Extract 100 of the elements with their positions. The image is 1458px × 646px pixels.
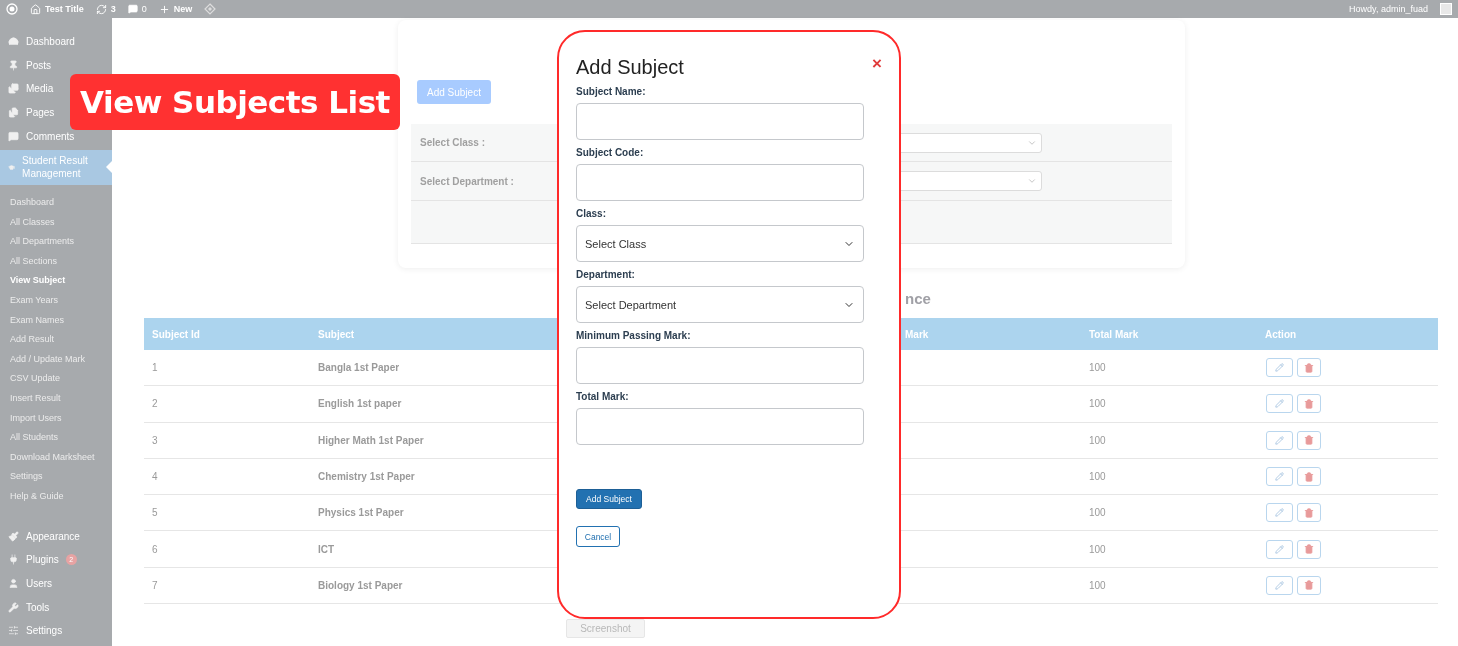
edit-button[interactable] xyxy=(1266,575,1293,595)
updates-icon xyxy=(95,3,107,15)
diamond-icon[interactable] xyxy=(204,3,217,15)
pencil-icon xyxy=(1275,399,1284,409)
submenu-item[interactable]: All Students xyxy=(0,428,112,448)
trash-icon xyxy=(1304,435,1314,446)
field-label: Total Mark: xyxy=(576,391,629,402)
delete-button[interactable] xyxy=(1297,430,1321,450)
updates-count[interactable]: 3 xyxy=(110,4,116,14)
screenshot-button[interactable]: Screenshot xyxy=(566,619,645,639)
site-title-link[interactable]: Test Title xyxy=(45,4,84,14)
table-cell: 100 xyxy=(1089,362,1106,374)
input-field[interactable] xyxy=(576,103,864,140)
table-cell: ICT xyxy=(318,543,335,555)
submenu-item[interactable]: Dashboard xyxy=(0,192,112,213)
table-cell: 100 xyxy=(1089,543,1106,555)
pencil-icon xyxy=(1275,544,1284,554)
select-field[interactable]: Select Class xyxy=(576,225,864,262)
table-cell: 100 xyxy=(1089,471,1106,483)
menu-item[interactable]: Tools xyxy=(0,595,58,619)
home-icon xyxy=(30,3,41,15)
table-cell: 100 xyxy=(1089,507,1106,519)
edit-button[interactable] xyxy=(1266,503,1293,523)
column-header: Total Mark xyxy=(1089,328,1139,340)
field-label: Subject Code: xyxy=(576,147,644,158)
menu-item[interactable]: Appearance xyxy=(0,524,88,549)
submenu-item[interactable]: View Subject xyxy=(0,271,112,291)
edit-button[interactable] xyxy=(1266,430,1293,450)
user-greeting[interactable]: Howdy, admin_fuad xyxy=(1349,4,1428,14)
modal-title: Add Subject xyxy=(576,56,684,79)
paintbrush-icon xyxy=(8,530,19,542)
title-banner: View Subjects List xyxy=(70,74,400,130)
submenu-item[interactable]: CSV Update xyxy=(0,369,112,389)
plus-icon xyxy=(158,3,170,15)
edit-button[interactable] xyxy=(1266,394,1293,414)
menu-item[interactable]: Media xyxy=(0,77,62,101)
user-icon xyxy=(8,577,19,589)
add-subject-button[interactable]: Add Subject xyxy=(576,489,642,509)
delete-button[interactable] xyxy=(1297,539,1321,559)
table-cell: 1 xyxy=(152,362,158,374)
submenu-item[interactable]: Add Result xyxy=(0,330,112,350)
column-header: Action xyxy=(1265,328,1297,340)
submenu-item[interactable]: Add / Update Mark xyxy=(0,349,112,370)
field-label: Class: xyxy=(576,208,606,219)
edit-button[interactable] xyxy=(1266,539,1293,559)
table-cell: Chemistry 1st Paper xyxy=(318,471,415,483)
submenu-item[interactable]: Download Marksheet xyxy=(0,447,112,468)
menu-item[interactable]: Users xyxy=(0,571,61,596)
menu-item[interactable]: Student Result Management xyxy=(0,149,112,185)
menu-item[interactable]: Posts xyxy=(0,53,59,78)
menu-item[interactable]: Settings xyxy=(0,618,71,643)
submenu-item[interactable]: Exam Years xyxy=(0,290,112,311)
pencil-icon xyxy=(1275,363,1284,373)
select-field[interactable]: Select Department xyxy=(576,286,864,323)
input-field[interactable] xyxy=(576,408,864,445)
menu-item[interactable]: Dashboard xyxy=(0,30,83,54)
table-cell: 6 xyxy=(152,543,158,555)
delete-button[interactable] xyxy=(1297,575,1321,595)
add-subject-button[interactable]: Add Subject xyxy=(417,80,491,104)
close-button[interactable]: × xyxy=(872,55,882,72)
avatar-icon[interactable] xyxy=(1440,3,1452,15)
submenu-item[interactable]: Help & Guide xyxy=(0,486,112,507)
table-cell: Higher Math 1st Paper xyxy=(318,434,424,446)
trash-icon xyxy=(1304,398,1314,409)
gauge-icon xyxy=(8,36,19,48)
pencil-icon xyxy=(1275,580,1284,590)
table-cell: English 1st paper xyxy=(318,398,402,410)
table-cell: 3 xyxy=(152,434,158,446)
column-header: Subject xyxy=(318,328,355,340)
table-cell: Biology 1st Paper xyxy=(318,579,403,591)
delete-button[interactable] xyxy=(1297,394,1321,414)
submenu-item[interactable]: Settings xyxy=(0,467,112,487)
submenu-item[interactable]: Import Users xyxy=(0,408,112,429)
submenu-item[interactable]: All Sections xyxy=(0,251,112,272)
trash-icon xyxy=(1304,507,1314,518)
field-label: Minimum Passing Mark: xyxy=(576,330,691,341)
table-cell: 100 xyxy=(1089,434,1106,446)
pin-icon xyxy=(8,59,19,71)
cancel-button[interactable]: Cancel xyxy=(576,526,620,547)
trash-icon xyxy=(1304,580,1314,591)
submenu-item[interactable]: Insert Result xyxy=(0,388,112,409)
input-field[interactable] xyxy=(576,347,864,384)
trash-icon xyxy=(1304,362,1314,373)
edit-button[interactable] xyxy=(1266,358,1293,378)
pencil-icon xyxy=(1275,472,1284,482)
input-field[interactable] xyxy=(576,164,864,201)
comments-count[interactable]: 0 xyxy=(141,4,147,14)
delete-button[interactable] xyxy=(1297,503,1321,523)
logo-icon[interactable] xyxy=(6,3,18,15)
submenu-item[interactable]: Exam Names xyxy=(0,310,112,331)
table-cell: 7 xyxy=(152,579,158,591)
submenu-item[interactable]: All Departments xyxy=(0,232,112,252)
menu-item[interactable]: Pages xyxy=(0,100,63,125)
delete-button[interactable] xyxy=(1297,358,1321,378)
submenu-item[interactable]: All Classes xyxy=(0,212,112,233)
new-link[interactable]: New xyxy=(173,4,193,14)
edit-button[interactable] xyxy=(1266,467,1293,487)
delete-button[interactable] xyxy=(1297,467,1321,487)
trash-icon xyxy=(1304,471,1314,482)
pencil-icon xyxy=(1275,435,1284,445)
